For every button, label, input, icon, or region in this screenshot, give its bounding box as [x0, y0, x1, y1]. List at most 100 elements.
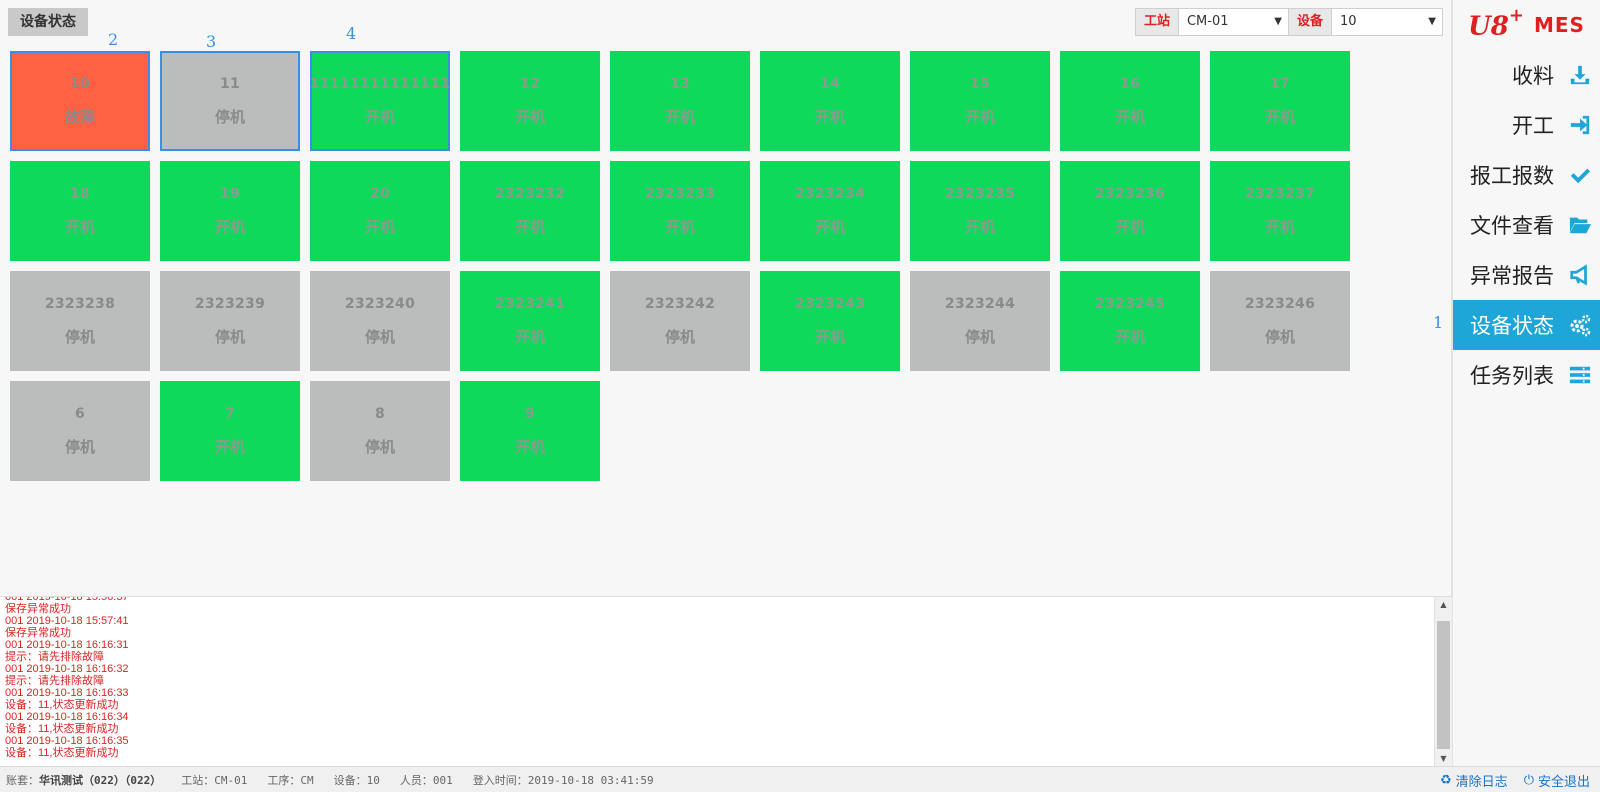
list-icon — [1568, 363, 1592, 387]
nav-item[interactable]: 设备状态 — [1453, 300, 1600, 350]
nav-item[interactable]: 报工报数 — [1453, 150, 1600, 200]
device-id: 6 — [74, 405, 86, 422]
device-tile[interactable]: 17 开机 — [1210, 51, 1350, 151]
scroll-down-icon[interactable]: ▼ — [1435, 751, 1452, 766]
device-status: 停机 — [214, 107, 245, 126]
device-id: 2323237 — [1244, 185, 1316, 202]
device-id: 11 — [219, 75, 241, 92]
device-tile[interactable]: 18 开机 — [10, 161, 150, 261]
device-status: 停机 — [1264, 327, 1295, 346]
device-tile[interactable]: 7 开机 — [160, 381, 300, 481]
device-tile[interactable]: 2323235 开机 — [910, 161, 1050, 261]
device-status: 开机 — [514, 107, 545, 126]
caret-down-icon: ▼ — [1274, 16, 1282, 27]
device-tile[interactable]: 8 停机 — [310, 381, 450, 481]
nav-list: 收料开工报工报数 文件查看异常报告设备状态 任务列表 — [1453, 50, 1600, 400]
device-tile[interactable]: 10 故障 — [10, 51, 150, 151]
status-bar: 账套：华讯测试（022）（022） 工站：CM-01 工序：CM 设备：10 人… — [0, 766, 1600, 792]
device-tile[interactable]: 2323237 开机 — [1210, 161, 1350, 261]
device-tile[interactable]: 2323239 停机 — [160, 271, 300, 371]
device-id: 14 — [819, 75, 841, 92]
device-select[interactable]: 10 ▼ — [1332, 9, 1442, 35]
device-status: 开机 — [1264, 217, 1295, 236]
nav-item[interactable]: 收料 — [1453, 50, 1600, 100]
device-tile[interactable]: 15 开机 — [910, 51, 1050, 151]
device-tile[interactable]: 2323245 开机 — [1060, 271, 1200, 371]
device-tile[interactable]: 11111111111111 开机 — [310, 51, 450, 151]
device-tile[interactable]: 14 开机 — [760, 51, 900, 151]
device-id: 2323232 — [494, 185, 566, 202]
annotation-marker: 2 — [108, 30, 119, 49]
device-status: 开机 — [964, 107, 995, 126]
device-status: 停机 — [364, 437, 395, 456]
brand-mes: MES — [1533, 13, 1585, 37]
device-id: 2323243 — [794, 295, 866, 312]
brand-u8: U8+ — [1468, 4, 1524, 42]
log-line: 保存异常成功 — [5, 627, 71, 639]
login-time: 登入时间：2019-10-18 03:41:59 — [472, 773, 654, 787]
device-id: 19 — [219, 185, 241, 202]
device-tile[interactable]: 2323243 开机 — [760, 271, 900, 371]
device-tile[interactable]: 11 停机 — [160, 51, 300, 151]
device-tile[interactable]: 9 开机 — [460, 381, 600, 481]
device-id: 7 — [224, 405, 236, 422]
device-id: 11111111111111 — [309, 75, 451, 92]
device-status: 开机 — [64, 217, 95, 236]
device-status: 开机 — [1114, 327, 1145, 346]
nav-item-label: 开工 — [1512, 114, 1554, 138]
device-tile[interactable]: 2323233 开机 — [610, 161, 750, 261]
device-tile[interactable]: 2323244 停机 — [910, 271, 1050, 371]
station-label: 工站 — [1135, 9, 1179, 35]
log-scrollbar[interactable]: ▲ ▼ — [1434, 597, 1452, 766]
device-tile[interactable]: 2323246 停机 — [1210, 271, 1350, 371]
device-status: 开机 — [214, 217, 245, 236]
device-tile[interactable]: 2323240 停机 — [310, 271, 450, 371]
bullhorn-icon — [1568, 263, 1592, 287]
filter-bar: 工站 CM-01 ▼ 设备 10 ▼ — [1134, 8, 1443, 36]
logout-button[interactable]: ⏻ 安全退出 — [1524, 771, 1590, 790]
device-status: 开机 — [1264, 107, 1295, 126]
device-tile[interactable]: 6 停机 — [10, 381, 150, 481]
device-id: 10 — [69, 75, 91, 92]
nav-item[interactable]: 异常报告 — [1453, 250, 1600, 300]
device-tile[interactable]: 13 开机 — [610, 51, 750, 151]
device-label: 设备 — [1288, 9, 1332, 35]
device-tile[interactable]: 20 开机 — [310, 161, 450, 261]
download-icon — [1568, 63, 1592, 87]
device-tile[interactable]: 12 开机 — [460, 51, 600, 151]
process-info: 工序：CM — [267, 773, 314, 787]
clear-log-label: 清除日志 — [1455, 773, 1508, 789]
device-id: 2323239 — [194, 295, 266, 312]
device-status: 停机 — [64, 327, 95, 346]
log-line: 001 2019-10-18 16:16:34 — [5, 711, 129, 723]
log-lines: 001 2019-10-18 15:56:37 保存异常成功 001 2019-10… — [5, 597, 129, 759]
device-status: 停机 — [64, 437, 95, 456]
device-tile[interactable]: 2323234 开机 — [760, 161, 900, 261]
scroll-up-icon[interactable]: ▲ — [1435, 597, 1452, 613]
device-tile[interactable]: 19 开机 — [160, 161, 300, 261]
nav-item[interactable]: 任务列表 — [1453, 350, 1600, 400]
device-tile[interactable]: 2323242 停机 — [610, 271, 750, 371]
device-id: 8 — [374, 405, 386, 422]
nav-item[interactable]: 开工 — [1453, 100, 1600, 150]
device-id: 15 — [969, 75, 991, 92]
device-id: 18 — [69, 185, 91, 202]
app-window: 设备状态 工站 CM-01 ▼ 设备 10 ▼ 2 3 4 10 故障 11 停机 11… — [0, 0, 1600, 792]
nav-item-label: 异常报告 — [1470, 264, 1554, 288]
device-tile[interactable]: 16 开机 — [1060, 51, 1200, 151]
gears-icon — [1568, 313, 1592, 337]
device-id: 2323236 — [1094, 185, 1166, 202]
logout-label: 安全退出 — [1537, 773, 1590, 789]
clear-log-button[interactable]: ♻ 清除日志 — [1440, 771, 1508, 790]
station-select[interactable]: CM-01 ▼ — [1178, 9, 1289, 35]
device-tile[interactable]: 2323241 开机 — [460, 271, 600, 371]
device-tile[interactable]: 2323232 开机 — [460, 161, 600, 261]
check-icon — [1568, 163, 1592, 187]
device-tile[interactable]: 2323236 开机 — [1060, 161, 1200, 261]
device-tile[interactable]: 2323238 停机 — [10, 271, 150, 371]
device-status: 停机 — [364, 327, 395, 346]
device-id: 2323241 — [494, 295, 566, 312]
device-id: 20 — [369, 185, 391, 202]
scrollbar-thumb[interactable] — [1437, 621, 1450, 749]
nav-item[interactable]: 文件查看 — [1453, 200, 1600, 250]
